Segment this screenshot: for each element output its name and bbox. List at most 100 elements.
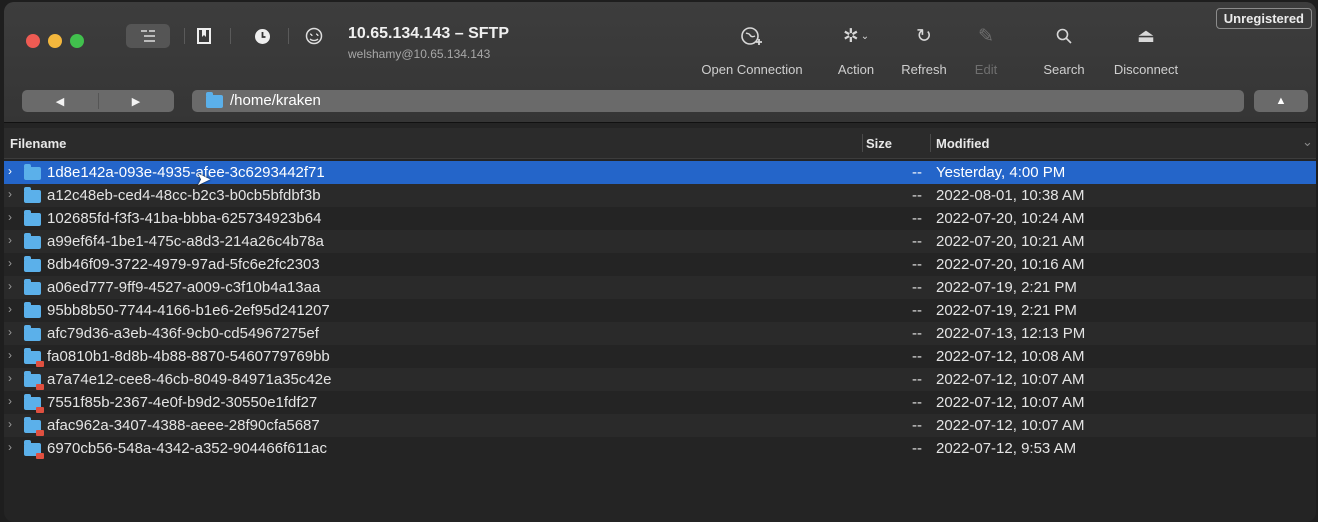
- table-row[interactable]: › a99ef6f4-1be1-475c-a8d3-214a26c4b78a -- 2…: [4, 230, 1316, 253]
- file-size: --: [912, 256, 922, 273]
- disclosure-chevron-icon[interactable]: ›: [8, 256, 12, 270]
- navigation-segment: ◀ ▶: [22, 90, 174, 112]
- lock-badge-icon: [36, 407, 44, 413]
- file-name: 102685fd-f3f3-41ba-bbba-625734923b64: [47, 210, 322, 227]
- locked-folder-icon: [24, 417, 44, 436]
- disconnect-button[interactable]: ⏏ Disconnect: [1106, 22, 1186, 78]
- folder-icon: [24, 233, 41, 249]
- locked-folder-icon: [24, 394, 44, 413]
- file-modified: 2022-07-19, 2:21 PM: [936, 302, 1077, 319]
- disclosure-chevron-icon[interactable]: ›: [8, 164, 12, 178]
- file-modified: 2022-08-01, 10:38 AM: [936, 187, 1085, 204]
- lock-badge-icon: [36, 361, 44, 367]
- action-menu-button[interactable]: ✲ ⌄ Action: [830, 22, 882, 78]
- table-row[interactable]: › a06ed777-9ff9-4527-a009-c3f10b4a13aa -- 2…: [4, 276, 1316, 299]
- refresh-icon: ↻: [916, 25, 932, 47]
- folder-icon: [206, 92, 223, 108]
- table-row[interactable]: › 102685fd-f3f3-41ba-bbba-625734923b64 -- 2…: [4, 207, 1316, 230]
- file-size: --: [912, 325, 922, 342]
- file-name: afac962a-3407-4388-aeee-28f90cfa5687: [47, 417, 320, 434]
- chevron-down-icon[interactable]: ⌄: [1302, 134, 1313, 150]
- open-connection-button[interactable]: Open Connection: [688, 22, 816, 77]
- file-modified: 2022-07-12, 10:07 AM: [936, 394, 1085, 411]
- search-icon: [1036, 22, 1092, 50]
- file-modified: 2022-07-20, 10:21 AM: [936, 233, 1085, 250]
- disclosure-chevron-icon[interactable]: ›: [8, 279, 12, 293]
- table-row[interactable]: › 7551f85b-2367-4e0f-b9d2-30550e1fdf27 -- 2…: [4, 391, 1316, 414]
- parent-directory-button[interactable]: ▲: [1254, 90, 1308, 112]
- file-size: --: [912, 233, 922, 250]
- file-size: --: [912, 210, 922, 227]
- file-size: --: [912, 394, 922, 411]
- disclosure-chevron-icon[interactable]: ›: [8, 233, 12, 247]
- disclosure-chevron-icon[interactable]: ›: [8, 394, 12, 408]
- column-size[interactable]: Size: [866, 136, 892, 151]
- disclosure-chevron-icon[interactable]: ›: [8, 371, 12, 385]
- table-row[interactable]: › a7a74e12-cee8-46cb-8049-84971a35c42e -- 2…: [4, 368, 1316, 391]
- file-modified: 2022-07-13, 12:13 PM: [936, 325, 1086, 342]
- lock-badge-icon: [36, 384, 44, 390]
- unregistered-badge[interactable]: Unregistered: [1215, 8, 1312, 29]
- current-path: /home/kraken: [230, 92, 321, 109]
- table-row[interactable]: › 95bb8b50-7744-4166-b1e6-2ef95d241207 -- 2…: [4, 299, 1316, 322]
- gear-dropdown-icon: ✲ ⌄: [842, 25, 870, 47]
- table-row[interactable]: › afc79d36-a3eb-436f-9cb0-cd54967275ef -- 2…: [4, 322, 1316, 345]
- search-button[interactable]: Search: [1036, 22, 1092, 77]
- globe-plus-icon: [688, 22, 816, 50]
- forward-button[interactable]: ▶: [98, 90, 174, 112]
- zoom-window-button[interactable]: [70, 34, 84, 48]
- file-size: --: [912, 187, 922, 204]
- column-modified[interactable]: Modified: [936, 136, 989, 151]
- locked-folder-icon: [24, 348, 44, 367]
- table-row[interactable]: › afac962a-3407-4388-aeee-28f90cfa5687 -- 2…: [4, 414, 1316, 437]
- file-name: 8db46f09-3722-4979-97ad-5fc6e2fc2303: [47, 256, 320, 273]
- path-selector[interactable]: /home/kraken ⇕: [192, 90, 1244, 112]
- column-filename[interactable]: Filename: [10, 136, 66, 151]
- close-window-button[interactable]: [26, 34, 40, 48]
- disclosure-chevron-icon[interactable]: ›: [8, 325, 12, 339]
- file-modified: 2022-07-12, 9:53 AM: [936, 440, 1077, 457]
- table-row[interactable]: › 8db46f09-3722-4979-97ad-5fc6e2fc2303 -- 2…: [4, 253, 1316, 276]
- file-modified: 2022-07-20, 10:24 AM: [936, 210, 1085, 227]
- disclosure-chevron-icon[interactable]: ›: [8, 417, 12, 431]
- refresh-button[interactable]: ↻ Refresh: [896, 22, 952, 78]
- window-title: 10.65.134.143 – SFTP: [348, 25, 509, 42]
- disclosure-chevron-icon[interactable]: ›: [8, 302, 12, 316]
- file-name: a06ed777-9ff9-4527-a009-c3f10b4a13aa: [47, 279, 321, 296]
- table-row[interactable]: › fa0810b1-8d8b-4b88-8870-5460779769bb -- 2…: [4, 345, 1316, 368]
- edit-button[interactable]: ✎ Edit: [968, 22, 1004, 78]
- disclosure-chevron-icon[interactable]: ›: [8, 210, 12, 224]
- locked-folder-icon: [24, 371, 44, 390]
- file-name: afc79d36-a3eb-436f-9cb0-cd54967275ef: [47, 325, 319, 342]
- file-modified: 2022-07-12, 10:08 AM: [936, 348, 1085, 365]
- file-size: --: [912, 279, 922, 296]
- outline-view-icon[interactable]: [126, 24, 170, 48]
- bonjour-icon[interactable]: [300, 24, 328, 48]
- column-header: Filename Size Modified ⌄: [4, 128, 1316, 159]
- file-name: 1d8e142a-093e-4935-afee-3c6293442f71: [47, 164, 325, 181]
- file-size: --: [912, 348, 922, 365]
- disclosure-chevron-icon[interactable]: ›: [8, 440, 12, 454]
- folder-icon: [24, 302, 41, 318]
- history-icon[interactable]: [248, 24, 276, 48]
- back-button[interactable]: ◀: [22, 90, 98, 112]
- file-modified: 2022-07-20, 10:16 AM: [936, 256, 1085, 273]
- file-list: › 1d8e142a-093e-4935-afee-3c6293442f71 -- Y…: [4, 161, 1316, 460]
- file-name: 6970cb56-548a-4342-a352-904466f611ac: [47, 440, 327, 457]
- file-size: --: [912, 164, 922, 181]
- folder-icon: [24, 210, 41, 226]
- disclosure-chevron-icon[interactable]: ›: [8, 187, 12, 201]
- folder-icon: [24, 187, 41, 203]
- file-name: a12c48eb-ced4-48cc-b2c3-b0cb5bfdbf3b: [47, 187, 321, 204]
- disclosure-chevron-icon[interactable]: ›: [8, 348, 12, 362]
- folder-icon: [24, 279, 41, 295]
- folder-icon: [24, 256, 41, 272]
- bookmarks-icon[interactable]: [190, 24, 218, 48]
- file-size: --: [912, 417, 922, 434]
- minimize-window-button[interactable]: [48, 34, 62, 48]
- table-row[interactable]: › 6970cb56-548a-4342-a352-904466f611ac -- 2…: [4, 437, 1316, 460]
- window-subtitle: welshamy@10.65.134.143: [348, 47, 491, 61]
- pencil-icon: ✎: [978, 25, 994, 47]
- file-modified: Yesterday, 4:00 PM: [936, 164, 1066, 181]
- locked-folder-icon: [24, 440, 44, 459]
